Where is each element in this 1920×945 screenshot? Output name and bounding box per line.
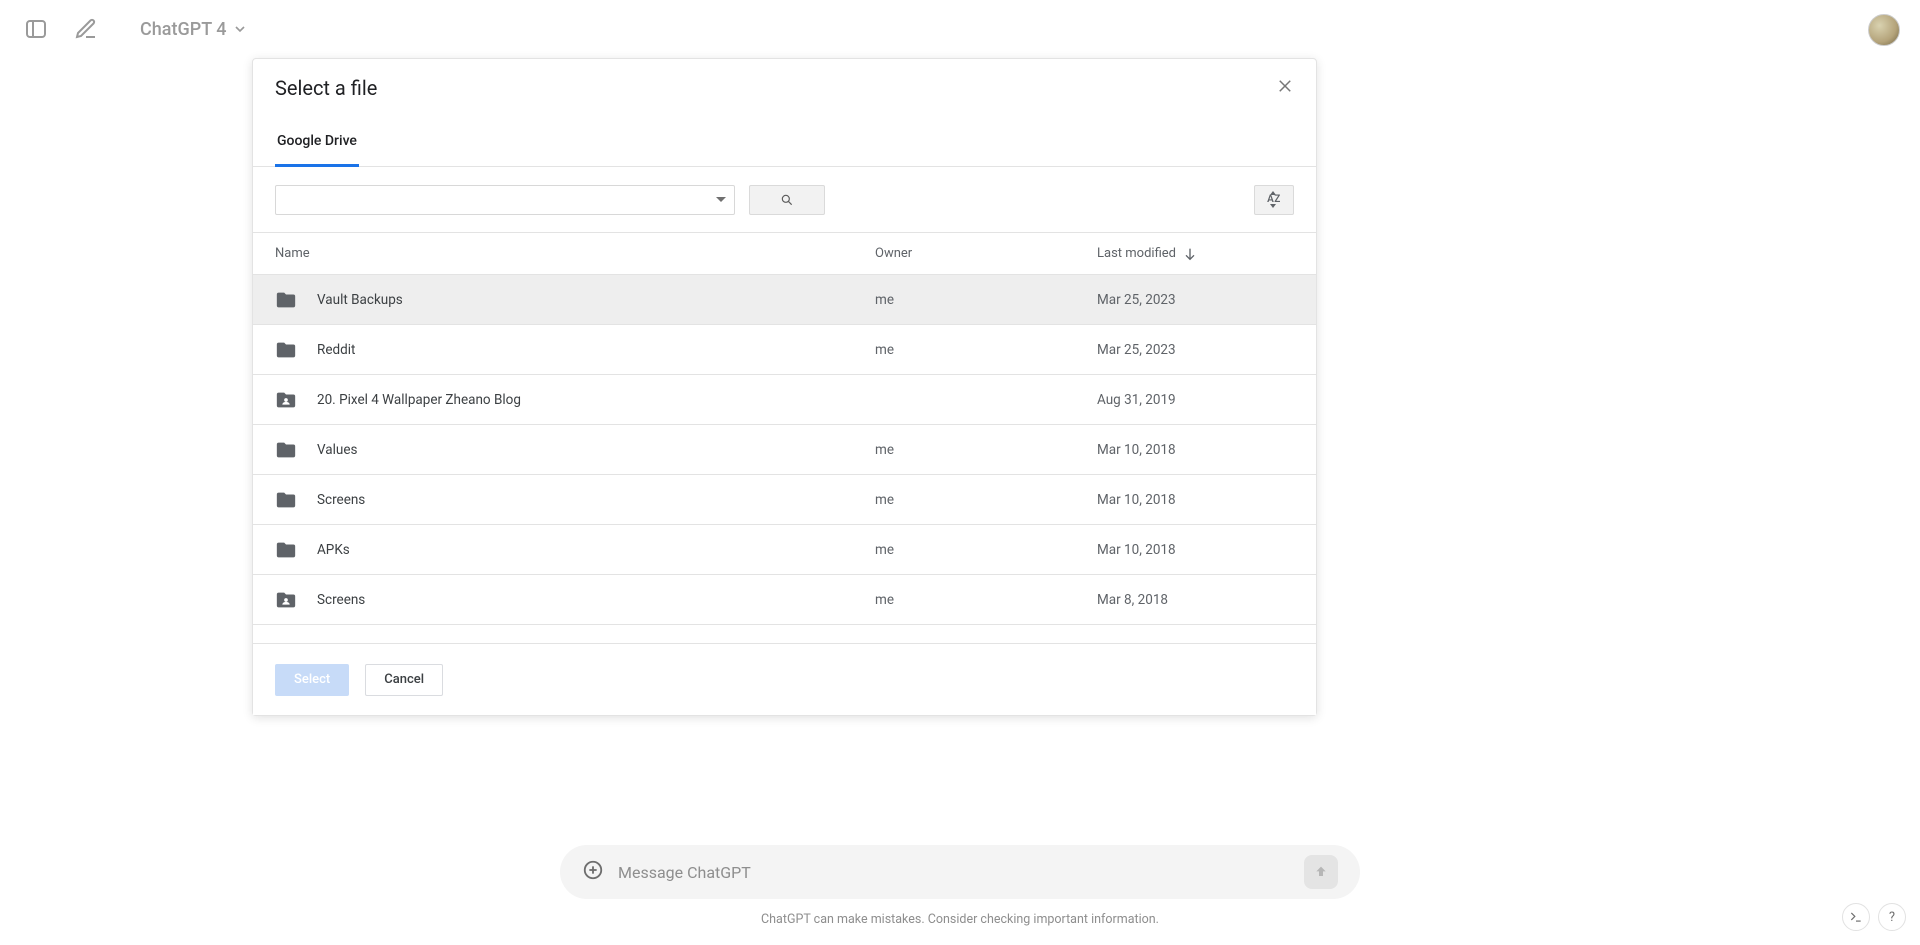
folder-icon <box>275 439 297 461</box>
edit-icon <box>74 17 98 41</box>
file-modified: Mar 25, 2023 <box>1097 292 1176 308</box>
file-name: APKs <box>317 542 875 558</box>
arrow-down-icon <box>1182 246 1198 262</box>
model-selector[interactable]: ChatGPT 4 <box>140 19 248 40</box>
file-name: Screens <box>317 592 875 608</box>
file-modified: Mar 25, 2023 <box>1097 342 1176 358</box>
avatar[interactable] <box>1868 14 1900 46</box>
search-icon <box>780 193 794 207</box>
file-owner: me <box>875 342 1097 358</box>
caret-down-icon <box>716 197 726 202</box>
attachment-button[interactable] <box>582 859 604 885</box>
list-header: Name Owner Last modified <box>253 233 1316 275</box>
table-row[interactable]: APKsmeMar 10, 2018 <box>253 525 1316 575</box>
table-row[interactable]: ScreensmeMar 8, 2018 <box>253 575 1316 625</box>
chevron-down-icon <box>232 21 248 37</box>
arrow-up-icon <box>1313 864 1329 880</box>
column-modified-label: Last modified <box>1097 246 1176 261</box>
file-modified: Aug 31, 2019 <box>1097 392 1176 408</box>
close-icon <box>1276 77 1294 95</box>
sort-button[interactable]: AZ <box>1254 185 1294 215</box>
new-chat-button[interactable] <box>72 15 100 43</box>
help-button[interactable]: ? <box>1878 903 1906 931</box>
search-input[interactable] <box>275 185 735 215</box>
folder-icon <box>275 489 297 511</box>
app-topbar: ChatGPT 4 <box>0 0 1920 58</box>
column-modified[interactable]: Last modified <box>1097 246 1198 262</box>
modal-footer: Select Cancel <box>253 643 1316 715</box>
model-label: ChatGPT 4 <box>140 19 226 40</box>
modal-header: Select a file <box>253 59 1316 117</box>
prompt-icon <box>1849 910 1863 924</box>
send-button[interactable] <box>1304 855 1338 889</box>
composer-placeholder: Message ChatGPT <box>618 863 1290 882</box>
select-button[interactable]: Select <box>275 664 349 696</box>
modal-tabs: Google Drive <box>253 117 1316 167</box>
toggle-sidebar-button[interactable] <box>22 15 50 43</box>
sort-az-icon: AZ <box>1267 194 1281 205</box>
file-owner: me <box>875 292 1097 308</box>
bottom-right-tools: ? <box>1842 903 1906 931</box>
file-owner: me <box>875 592 1097 608</box>
close-button[interactable] <box>1276 77 1294 99</box>
tab-google-drive[interactable]: Google Drive <box>275 117 359 167</box>
folder-icon <box>275 339 297 361</box>
folder-icon <box>275 289 297 311</box>
file-name: Reddit <box>317 342 875 358</box>
shared-folder-icon <box>275 389 297 411</box>
file-modified: Mar 8, 2018 <box>1097 592 1168 608</box>
disclaimer-text: ChatGPT can make mistakes. Consider chec… <box>0 912 1920 927</box>
table-row[interactable]: 20. Pixel 4 Wallpaper Zheano Blog Aug 31,… <box>253 375 1316 425</box>
attachment-icon <box>582 859 604 881</box>
folder-icon <box>275 539 297 561</box>
file-list[interactable]: Vault BackupsmeMar 25, 2023RedditmeMar 2… <box>253 275 1316 643</box>
column-owner[interactable]: Owner <box>875 246 1097 261</box>
topbar-left: ChatGPT 4 <box>0 15 248 43</box>
shared-folder-icon <box>275 589 297 611</box>
file-name: Vault Backups <box>317 292 875 308</box>
shortcut-button[interactable] <box>1842 903 1870 931</box>
modal-title: Select a file <box>275 76 377 100</box>
table-row[interactable]: ValuesmeMar 10, 2018 <box>253 425 1316 475</box>
file-picker-modal: Select a file Google Drive AZ Name Owner… <box>252 58 1317 716</box>
column-name[interactable]: Name <box>275 246 875 261</box>
file-name: 20. Pixel 4 Wallpaper Zheano Blog <box>317 392 875 408</box>
search-button[interactable] <box>749 185 825 215</box>
file-modified: Mar 10, 2018 <box>1097 492 1176 508</box>
modal-toolbar: AZ <box>253 167 1316 233</box>
file-owner: me <box>875 542 1097 558</box>
file-modified: Mar 10, 2018 <box>1097 542 1176 558</box>
file-owner: me <box>875 442 1097 458</box>
table-row[interactable]: Vault BackupsmeMar 25, 2023 <box>253 275 1316 325</box>
file-owner: me <box>875 492 1097 508</box>
table-row[interactable]: ScreensmeMar 10, 2018 <box>253 475 1316 525</box>
file-modified: Mar 10, 2018 <box>1097 442 1176 458</box>
file-name: Screens <box>317 492 875 508</box>
cancel-button[interactable]: Cancel <box>365 664 443 696</box>
message-composer[interactable]: Message ChatGPT <box>560 845 1360 899</box>
table-row[interactable]: RedditmeMar 25, 2023 <box>253 325 1316 375</box>
help-label: ? <box>1889 910 1895 925</box>
file-name: Values <box>317 442 875 458</box>
panel-icon <box>24 17 48 41</box>
